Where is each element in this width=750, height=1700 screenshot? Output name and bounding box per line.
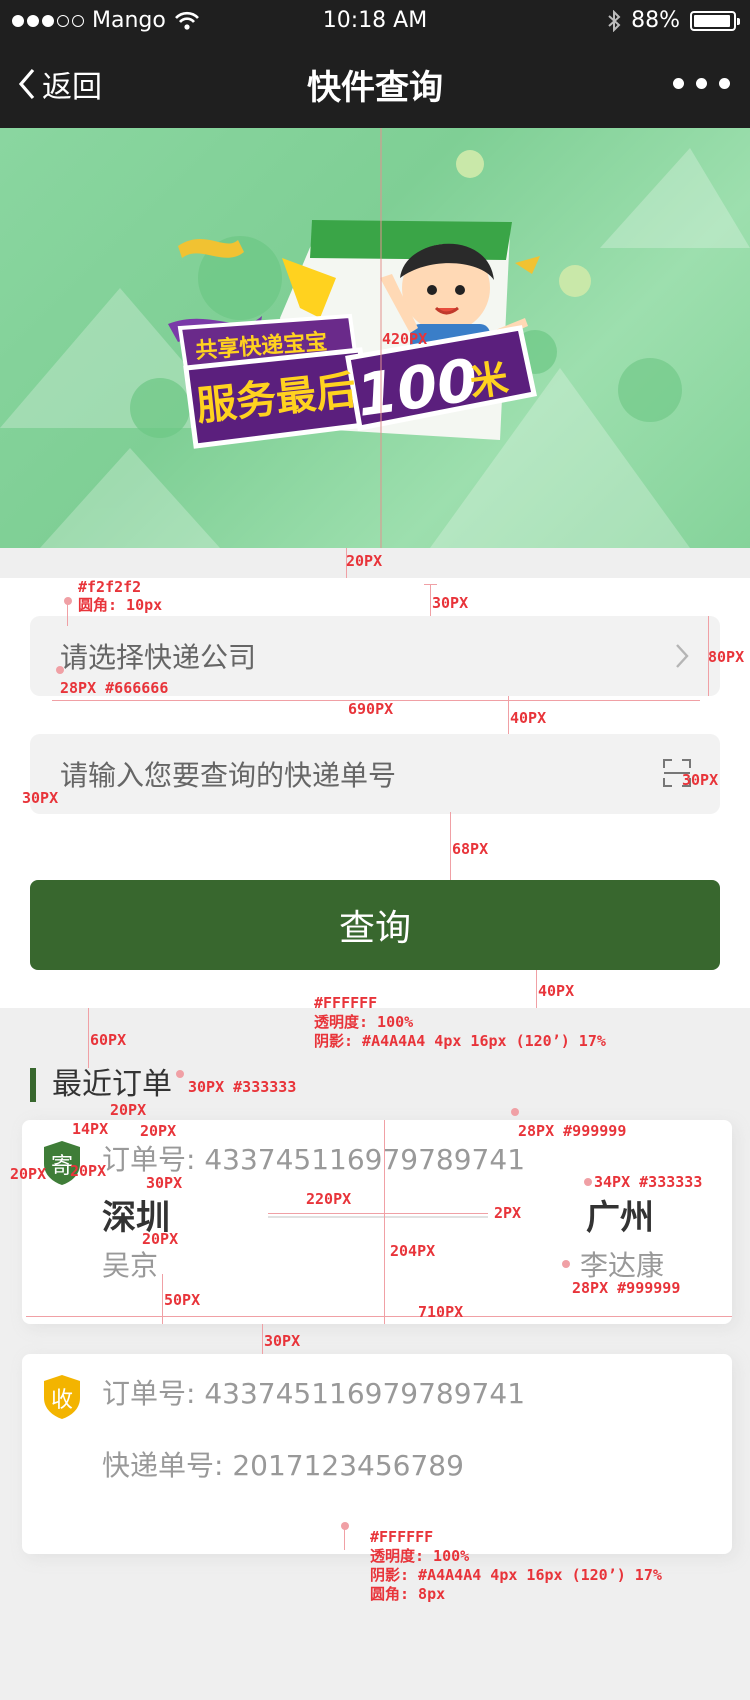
annotation-side-margin: 30PX	[22, 789, 59, 807]
banner-illustration: 共享快递宝宝 服务最后 100 米	[0, 128, 750, 548]
annotation-route-stroke: 2PX	[494, 1204, 522, 1222]
annotation-mark	[424, 584, 437, 585]
annotation-bottom-padding: 50PX	[164, 1291, 201, 1309]
annotation-pin	[511, 1108, 519, 1116]
banner-unit: 米	[467, 356, 511, 405]
annotation-name-gap: 20PX	[142, 1230, 179, 1248]
annotation-card-height: 204PX	[390, 1242, 436, 1260]
annotation-mark	[26, 1316, 732, 1317]
annotation-card2-style: #FFFFFF 透明度: 100% 阴影: #A4A4A4 4px 16px (…	[370, 1528, 662, 1603]
annotation-mark	[508, 696, 509, 734]
chevron-right-icon	[676, 644, 689, 668]
annotation-mark	[262, 1324, 263, 1354]
battery-icon	[690, 10, 740, 31]
annotation-city-gap: 30PX	[146, 1174, 183, 1192]
annotation-mark	[67, 600, 68, 626]
query-button[interactable]: 查询	[30, 880, 720, 970]
annotation-field-radius: 圆角: 10px	[78, 596, 163, 614]
annotation-gap-banner: 20PX	[346, 552, 383, 570]
annotation-badge-top: 20PX	[140, 1122, 177, 1140]
annotation-field-color: #f2f2f2	[78, 578, 142, 596]
annotation-field-width: 690PX	[348, 700, 394, 718]
annotation-badge-gap: 14PX	[72, 1120, 109, 1138]
annotation-pin	[64, 597, 72, 605]
annotation-order-style: 28PX #999999	[518, 1122, 627, 1140]
route-line	[268, 1216, 488, 1218]
tracking-number-input[interactable]: 请输入您要查询的快递单号	[30, 734, 720, 814]
annotation-field-height: 80PX	[708, 648, 745, 666]
annotation-button-gap: 68PX	[452, 840, 489, 858]
tracking-number: 快递单号: 2017123456789	[102, 1449, 464, 1482]
annotation-text-style: 28PX #666666	[60, 679, 169, 697]
annotation-pin	[341, 1522, 349, 1530]
annotation-card-style: #FFFFFF 透明度: 100% 阴影: #A4A4A4 4px 16px (…	[314, 994, 606, 1050]
annotation-banner-height: 420PX	[382, 330, 428, 348]
battery-percent: 88%	[631, 8, 680, 33]
annotation-card-gap: 30PX	[264, 1332, 301, 1350]
order-number: 订单号: 433745116979789741	[102, 1377, 526, 1410]
annotation-mark	[344, 1526, 345, 1550]
annotation-card-width: 710PX	[418, 1303, 464, 1321]
query-form-card: 请选择快递公司 请输入您要查询的快递单号 查询	[0, 578, 750, 1008]
annotation-badge-left: 20PX	[10, 1165, 47, 1183]
annotation-city-style: 34PX #333333	[594, 1173, 703, 1191]
more-menu-button[interactable]	[673, 78, 730, 89]
destination-city: 广州	[586, 1198, 654, 1238]
annotation-section-gap: 60PX	[90, 1031, 127, 1049]
page-title: 快件查询	[307, 68, 443, 108]
annotation-top-padding: 30PX	[432, 594, 469, 612]
sender-name: 吴京	[102, 1249, 159, 1282]
annotation-icon-size: 30PX	[682, 771, 719, 789]
annotation-route-width: 220PX	[306, 1190, 352, 1208]
nav-bar: 返回 快件查询	[0, 40, 750, 128]
annotation-mark	[268, 1213, 488, 1214]
annotation-mark	[430, 584, 431, 616]
annotation-title-style: 30PX #333333	[188, 1078, 297, 1096]
tracking-placeholder: 请输入您要查询的快递单号	[60, 759, 397, 792]
annotation-badge-right: 20PX	[70, 1162, 107, 1180]
annotation-pin	[584, 1178, 592, 1186]
more-dots-icon	[673, 78, 684, 89]
annotation-mark	[450, 812, 451, 880]
annotation-pin	[176, 1070, 184, 1078]
order-number: 订单号: 433745116979789741	[102, 1143, 526, 1176]
annotation-mark	[88, 1008, 89, 1068]
annotation-mark	[384, 1120, 385, 1324]
annotation-pin	[562, 1260, 570, 1268]
recipient-name: 李达康	[579, 1249, 664, 1282]
annotation-title-gap: 20PX	[110, 1101, 147, 1119]
receive-badge: 收	[42, 1374, 82, 1420]
bluetooth-icon	[608, 9, 621, 32]
order-card-receive[interactable]: 收 订单号: 433745116979789741 快递单号: 20171234…	[22, 1354, 732, 1554]
promo-banner: 共享快递宝宝 服务最后 100 米 420PX	[0, 128, 750, 548]
annotation-name-style: 28PX #999999	[572, 1279, 681, 1297]
annotation-field-gap: 40PX	[510, 709, 547, 727]
recent-orders-title: 最近订单	[30, 1068, 172, 1102]
status-bar: Mango 10:18 AM 88%	[0, 0, 750, 40]
annotation-pin	[56, 666, 64, 674]
company-placeholder: 请选择快递公司	[60, 641, 257, 674]
